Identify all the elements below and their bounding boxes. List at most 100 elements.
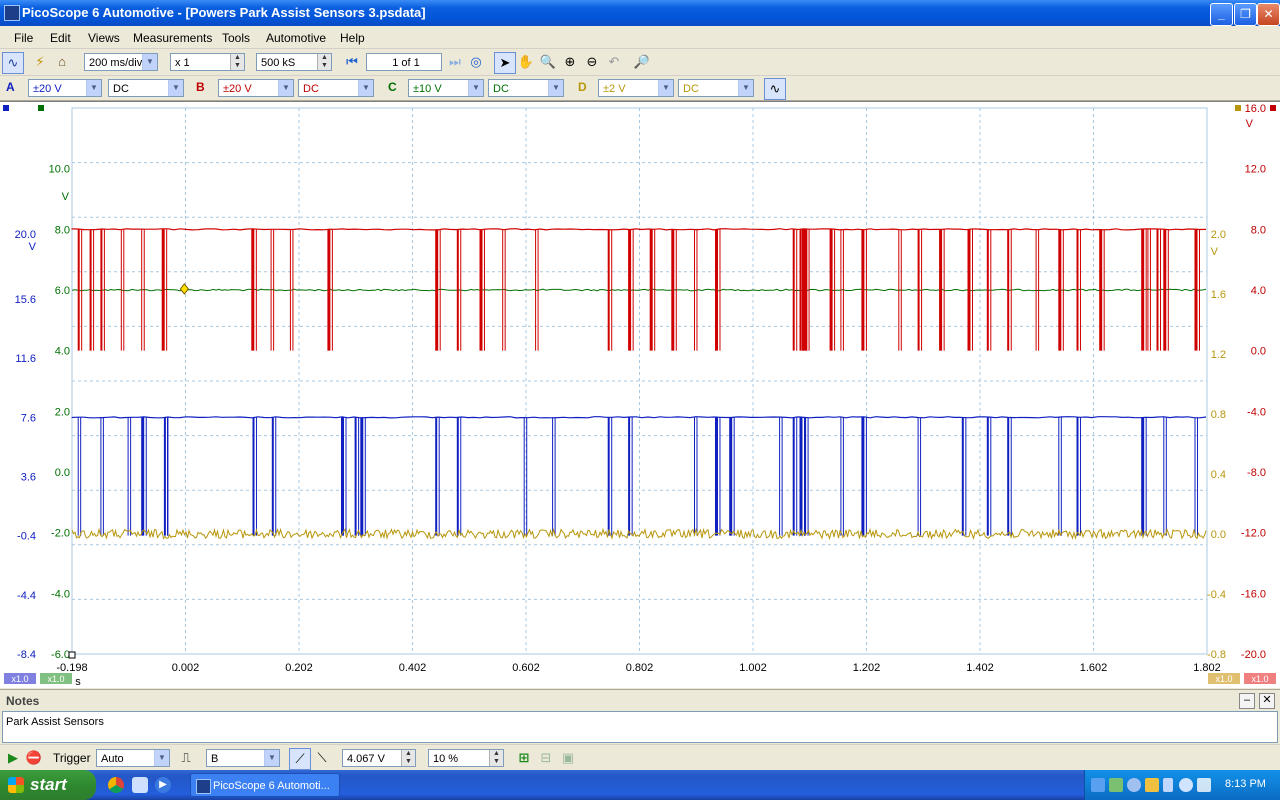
zoom-in-icon[interactable]: ⊕: [560, 52, 580, 72]
c-tick-label: 2.0: [55, 406, 70, 418]
scope-view[interactable]: V 10.0 8.0 6.0 4.0 2.0 0.0 -2.0 -4.0 -6.0 V 20.0 15.…: [0, 101, 1280, 688]
channel-b-range[interactable]: ±20 V ▼: [218, 79, 294, 97]
last-buffer-icon[interactable]: ⏭: [445, 52, 465, 72]
update-icon[interactable]: [1127, 778, 1141, 792]
channel-b-label[interactable]: B: [196, 80, 205, 94]
channel-b-coupling[interactable]: DC ▼: [298, 79, 374, 97]
automotive-icon[interactable]: ⚡: [30, 52, 50, 72]
media-icon[interactable]: ▶: [155, 777, 171, 793]
notes-textarea[interactable]: Park Assist Sensors: [2, 711, 1278, 743]
channel-a-coupling[interactable]: DC ▼: [108, 79, 184, 97]
maximize-button[interactable]: ❐: [1234, 3, 1257, 26]
channel-b-pulse: [161, 229, 165, 351]
system-tray: 8:13 PM: [1084, 770, 1280, 800]
b-tick-label: 8.0: [1251, 224, 1266, 236]
x-tick-label: 1.202: [853, 662, 881, 674]
pretrigger-spinner[interactable]: 10 % ▲ ▼: [428, 749, 504, 767]
notes-close-button[interactable]: ✕: [1259, 693, 1275, 709]
channel-a-pulse: [354, 417, 357, 536]
scope-mode-icon[interactable]: ∿: [2, 52, 24, 74]
rising-edge-icon[interactable]: ⟋: [289, 748, 311, 770]
b-tick-label: 0.0: [1251, 346, 1266, 358]
volume-icon[interactable]: [1197, 778, 1211, 792]
home-icon[interactable]: ⌂: [52, 52, 72, 72]
menu-help[interactable]: Help: [340, 31, 365, 45]
buffer-navigator[interactable]: 1 of 1: [366, 53, 442, 71]
channel-c-label[interactable]: C: [388, 80, 397, 94]
app-icon: [4, 5, 20, 21]
channel-b-pulse: [456, 229, 459, 351]
channel-d-label[interactable]: D: [578, 80, 587, 94]
channel-a-pulse: [360, 417, 364, 536]
falling-edge-icon[interactable]: ⟍: [312, 748, 332, 768]
channel-c-coupling[interactable]: DC ▼: [488, 79, 564, 97]
remove-measurement-icon[interactable]: ⊟: [536, 748, 556, 768]
b-axis-unit: V: [1246, 118, 1254, 130]
close-button[interactable]: ✕: [1257, 3, 1280, 26]
channel-b-pulse: [89, 229, 92, 351]
pointer-tool-icon[interactable]: ➤: [494, 52, 516, 74]
channel-b-pulse: [1163, 229, 1167, 351]
channel-a-label[interactable]: A: [6, 80, 15, 94]
channel-toolbar: A ±20 V ▼ DC ▼ B ±20 V ▼ DC ▼ C ±10 V ▼ DC ▼ D…: [0, 76, 1280, 101]
channel-d-range[interactable]: ±2 V ▼: [598, 79, 674, 97]
trigger-type-icon[interactable]: ⎍: [176, 748, 196, 768]
a-tick-label: 20.0: [15, 229, 36, 241]
channel-b-pulse: [1141, 229, 1145, 351]
zoom-area-icon[interactable]: 🔍: [538, 52, 558, 72]
undo-zoom-icon[interactable]: ↶: [604, 52, 624, 72]
trigger-source-select[interactable]: B ▼: [206, 749, 280, 767]
menu-file[interactable]: File: [14, 31, 33, 45]
taskbar-task-picoscope[interactable]: PicoScope 6 Automoti...: [190, 773, 340, 797]
menu-automotive[interactable]: Automotive: [266, 31, 326, 45]
edit-measurement-icon[interactable]: ▣: [558, 748, 578, 768]
trigger-threshold-spinner[interactable]: 4.067 V ▲ ▼: [342, 749, 416, 767]
battery-icon[interactable]: [1163, 778, 1173, 792]
security-icon[interactable]: [1145, 778, 1159, 792]
stop-capture-icon[interactable]: ⛔: [24, 748, 44, 768]
math-channel-icon[interactable]: ∿: [764, 78, 786, 100]
start-button[interactable]: start: [0, 770, 96, 800]
trigger-toolbar: ▶ ⛔ Trigger Auto ▼ ⎍ B ▼ ⟋ ⟍ 4.067 V ▲ ▼ 10 …: [0, 744, 1280, 771]
a-tick-label: -4.4: [17, 590, 36, 602]
hand-tool-icon[interactable]: ✋: [516, 52, 536, 72]
samples-spinner[interactable]: 500 kS ▲ ▼: [256, 53, 332, 71]
channel-d-coupling[interactable]: DC ▼: [678, 79, 754, 97]
menu-views[interactable]: Views: [88, 31, 120, 45]
zoom-spinner[interactable]: x 1 ▲ ▼: [170, 53, 245, 71]
scale-badge-label: x1.0: [1251, 674, 1268, 684]
notes-minimize-button[interactable]: –: [1239, 693, 1255, 709]
channel-a-baseline: [71, 416, 1207, 419]
add-measurement-icon[interactable]: ⊞: [514, 748, 534, 768]
zoom-out-icon[interactable]: ⊖: [582, 52, 602, 72]
start-capture-icon[interactable]: ▶: [3, 748, 23, 768]
menu-edit[interactable]: Edit: [50, 31, 71, 45]
trigger-mode-select[interactable]: Auto ▼: [96, 749, 170, 767]
buffer-overview-icon[interactable]: ◎: [466, 52, 486, 72]
network-icon[interactable]: [1091, 778, 1105, 792]
scope-chart[interactable]: V10.08.06.04.02.00.0-2.0-4.0-6.0V20.015.…: [0, 102, 1280, 688]
channel-a-range[interactable]: ±20 V ▼: [28, 79, 102, 97]
settings-tray-icon[interactable]: [1179, 778, 1193, 792]
channel-b-pulse: [270, 229, 272, 351]
channel-c-range[interactable]: ±10 V ▼: [408, 79, 484, 97]
trigger-marker-icon: [179, 283, 190, 295]
timebase-select[interactable]: 200 ms/div ▼: [84, 53, 158, 71]
signal-icon[interactable]: [1109, 778, 1123, 792]
task-label: PicoScope 6 Automoti...: [213, 780, 330, 792]
c-tick-label: 8.0: [55, 224, 70, 236]
chrome-icon[interactable]: [108, 777, 124, 793]
scale-badge-label: x1.0: [11, 674, 28, 684]
menu-tools[interactable]: Tools: [222, 31, 250, 45]
a-tick-label: 7.6: [21, 412, 36, 424]
zoom-fit-icon[interactable]: 🔎: [632, 52, 652, 72]
minimize-button[interactable]: _: [1210, 3, 1233, 26]
first-buffer-icon[interactable]: ⏮: [342, 52, 362, 72]
c-tick-label: -4.0: [51, 588, 70, 600]
channel-a-pulse: [341, 417, 344, 536]
channel-b-pulse: [804, 229, 808, 351]
menu-measurements[interactable]: Measurements: [133, 31, 212, 45]
quicklaunch-icon[interactable]: [132, 777, 148, 793]
x-tick-label: 1.402: [966, 662, 994, 674]
channel-b-pulse: [1194, 229, 1198, 351]
